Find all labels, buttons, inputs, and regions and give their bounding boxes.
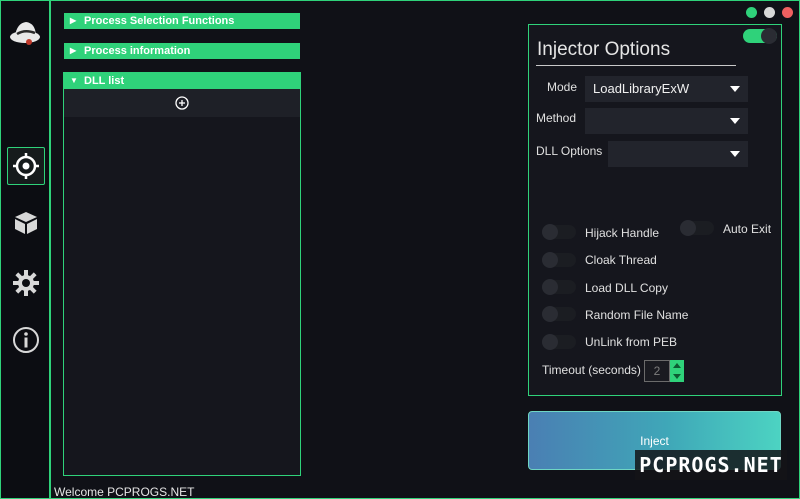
process-selection-header[interactable]: ▶ Process Selection Functions (64, 13, 300, 29)
chevron-down-icon (730, 151, 740, 157)
hijack-handle-toggle[interactable] (542, 224, 576, 240)
app-window: ▶ Process Selection Functions ▶ Process … (0, 0, 800, 499)
arrow-down-icon[interactable] (673, 374, 681, 379)
section-title: Process information (84, 45, 191, 57)
maximize-button[interactable] (764, 7, 775, 18)
method-select[interactable] (585, 108, 748, 134)
chevron-down-icon (730, 118, 740, 124)
dll-list-header[interactable]: ▼ DLL list (64, 73, 300, 89)
close-button[interactable] (782, 7, 793, 18)
dll-list-toolbar (64, 89, 300, 117)
chevron-down-icon (730, 86, 740, 92)
timeout-label: Timeout (seconds) (542, 363, 641, 377)
section-title: Process Selection Functions (84, 15, 235, 27)
timeout-value[interactable]: 2 (644, 360, 670, 382)
mode-label: Mode (547, 80, 578, 94)
gear-icon (13, 270, 39, 296)
options-enable-toggle[interactable] (743, 28, 777, 44)
random-file-name-toggle[interactable] (542, 306, 576, 322)
sidebar (1, 1, 51, 498)
collapse-arrow-icon: ▼ (70, 76, 78, 85)
options-title: Injector Options (537, 39, 671, 60)
arrow-up-icon[interactable] (673, 363, 681, 368)
section-title: DLL list (84, 75, 125, 87)
mode-select[interactable]: LoadLibraryExW (585, 76, 748, 102)
expand-arrow-icon: ▶ (70, 46, 77, 55)
status-text: Welcome PCPROGS.NET (54, 485, 195, 499)
process-information-header[interactable]: ▶ Process information (64, 43, 300, 59)
random-file-name-label: Random File Name (585, 308, 689, 322)
hijack-handle-label: Hijack Handle (585, 226, 660, 240)
timeout-stepper[interactable]: 2 (644, 360, 684, 382)
title-divider (536, 65, 736, 66)
expand-arrow-icon: ▶ (70, 16, 77, 25)
load-dll-copy-toggle[interactable] (542, 279, 576, 295)
crosshair-icon (13, 153, 39, 179)
unlink-from-peb-label: UnLink from PEB (585, 335, 678, 349)
nav-target-button[interactable] (7, 147, 45, 185)
unlink-from-peb-toggle[interactable] (542, 334, 576, 350)
method-label: Method (536, 111, 577, 125)
hat-logo-icon (9, 15, 43, 49)
nav-info-button[interactable] (7, 321, 45, 359)
auto-exit-label: Auto Exit (723, 222, 772, 236)
nav-settings-button[interactable] (7, 264, 45, 302)
dll-list-panel: ▼ DLL list (63, 72, 301, 476)
mode-value: LoadLibraryExW (593, 81, 690, 96)
cloak-thread-label: Cloak Thread (585, 253, 657, 267)
cloak-thread-toggle[interactable] (542, 252, 576, 268)
dll-options-label: DLL Options (536, 144, 603, 158)
dll-options-select[interactable] (608, 141, 748, 167)
injector-options-panel: Injector Options Mode LoadLibraryExW Met… (528, 24, 782, 396)
package-icon (15, 212, 37, 234)
timeout-stepper-buttons[interactable] (670, 360, 684, 382)
auto-exit-toggle[interactable] (680, 220, 714, 236)
load-dll-copy-label: Load DLL Copy (585, 281, 668, 295)
info-icon (13, 327, 39, 353)
nav-packages-button[interactable] (7, 204, 45, 242)
minimize-button[interactable] (746, 7, 757, 18)
watermark-text: PCPROGS.NET (635, 450, 787, 480)
add-dll-icon[interactable] (175, 96, 189, 110)
